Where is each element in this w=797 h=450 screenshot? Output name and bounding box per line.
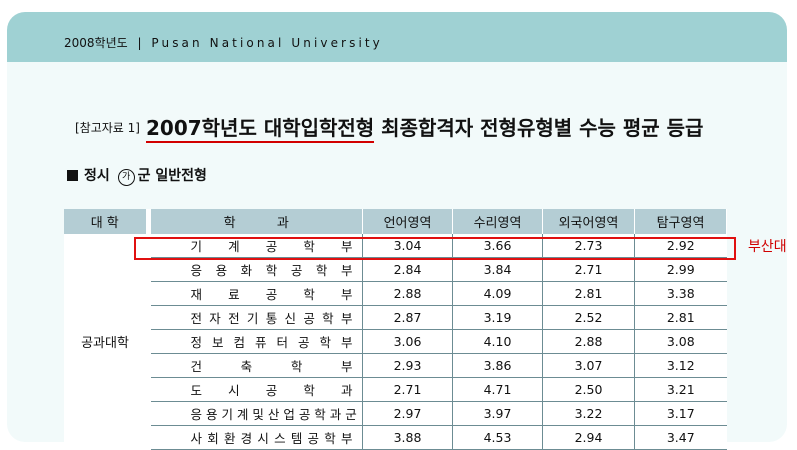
score-cell: 2.99	[634, 257, 727, 282]
university-cell: 공과대학	[64, 234, 146, 450]
dept-cell: 응 용 기 계 및 산 업 공 학 과 군	[150, 401, 363, 426]
score-cell: 2.52	[542, 305, 635, 330]
dept-cell: 사 회 환 경 시 스 템 공 학 부	[150, 425, 363, 450]
score-cell: 2.50	[542, 377, 635, 402]
title-main: 2007학년도 대학입학전형 최종합격자 전형유형별 수능 평균 등급	[145, 116, 704, 143]
score-cell: 3.22	[542, 401, 635, 426]
section-prefix: 정시	[84, 168, 110, 184]
header-language-col: 언어영역	[362, 209, 453, 234]
header-math-col: 수리영역	[452, 209, 543, 234]
table-row: 정 보 컴 퓨 터 공 학 부 3.06 4.10 2.88 3.08	[64, 329, 727, 354]
header-dept-col: 학 과	[150, 209, 363, 234]
table-row: 도 시 공 학 과 2.71 4.71 2.50 3.21	[64, 377, 727, 402]
square-bullet-icon	[67, 170, 78, 181]
score-cell: 4.53	[452, 425, 543, 450]
score-cell: 3.84	[452, 257, 543, 282]
score-cell: 2.87	[362, 305, 453, 330]
dept-cell: 전 자 전 기 통 신 공 학 부	[150, 305, 363, 330]
title-ref: [참고자료 1]	[75, 121, 140, 135]
dept-cell: 재 료 공 학 부	[150, 281, 363, 306]
header-band: 2008학년도 | Pusan National University	[7, 12, 787, 62]
table-row: 전 자 전 기 통 신 공 학 부 2.87 3.19 2.52 2.81	[64, 305, 727, 330]
score-cell: 2.94	[542, 425, 635, 450]
header-inquiry-col: 탐구영역	[634, 209, 727, 234]
header-english-col: 외국어영역	[542, 209, 635, 234]
dept-cell: 도 시 공 학 과	[150, 377, 363, 402]
table-row: 재 료 공 학 부 2.88 4.09 2.81 3.38	[64, 281, 727, 306]
score-cell: 2.84	[362, 257, 453, 282]
table-header-row: 대 학 학 과 언어영역 수리영역 외국어영역 탐구영역	[64, 209, 727, 234]
score-cell: 3.88	[362, 425, 453, 450]
score-cell: 2.97	[362, 401, 453, 426]
header-year: 2008학년도	[64, 36, 128, 50]
score-cell: 2.88	[362, 281, 453, 306]
score-cell: 2.71	[362, 377, 453, 402]
dept-cell: 정 보 컴 퓨 터 공 학 부	[150, 329, 363, 354]
score-cell: 3.97	[452, 401, 543, 426]
score-cell: 2.81	[634, 305, 727, 330]
score-cell: 2.88	[542, 329, 635, 354]
section-suffix: 군 일반전형	[137, 168, 207, 184]
annotation-label: 부산대	[748, 239, 787, 255]
score-cell: 3.17	[634, 401, 727, 426]
header-university: Pusan National University	[151, 36, 383, 50]
highlight-box	[134, 237, 736, 260]
score-cell: 3.12	[634, 353, 727, 378]
table-row: 사 회 환 경 시 스 템 공 학 부 3.88 4.53 2.94 3.47	[64, 425, 727, 450]
score-cell: 3.47	[634, 425, 727, 450]
title-part1: 2007학년도	[145, 116, 264, 143]
table-row: 응 용 화 학 공 학 부 2.84 3.84 2.71 2.99	[64, 257, 727, 282]
score-cell: 3.08	[634, 329, 727, 354]
score-cell: 4.09	[452, 281, 543, 306]
score-cell: 2.81	[542, 281, 635, 306]
header-separator: |	[137, 36, 142, 50]
score-cell: 3.07	[542, 353, 635, 378]
score-cell: 3.19	[452, 305, 543, 330]
section-heading: 정시 가군 일반전형	[67, 165, 207, 186]
page-title: [참고자료 1] 2007학년도 대학입학전형 최종합격자 전형유형별 수능 평균…	[75, 112, 704, 143]
dept-cell: 응 용 화 학 공 학 부	[150, 257, 363, 282]
score-cell: 4.71	[452, 377, 543, 402]
score-cell: 3.38	[634, 281, 727, 306]
score-cell: 3.21	[634, 377, 727, 402]
circled-ga-icon: 가	[117, 169, 135, 186]
dept-cell: 건 축 학 부	[150, 353, 363, 378]
table-row: 건 축 학 부 2.93 3.86 3.07 3.12	[64, 353, 727, 378]
score-cell: 2.93	[362, 353, 453, 378]
header-text: 2008학년도 | Pusan National University	[64, 34, 383, 51]
score-cell: 3.06	[362, 329, 453, 354]
score-cell: 2.71	[542, 257, 635, 282]
title-part3: 최종합격자 전형유형별 수능 평균 등급	[374, 116, 704, 140]
score-cell: 3.86	[452, 353, 543, 378]
header-university-col: 대 학	[64, 209, 147, 234]
table-row: 응 용 기 계 및 산 업 공 학 과 군 2.97 3.97 3.22 3.17	[64, 401, 727, 426]
title-part2: 대학입학전형	[263, 116, 375, 143]
score-cell: 4.10	[452, 329, 543, 354]
